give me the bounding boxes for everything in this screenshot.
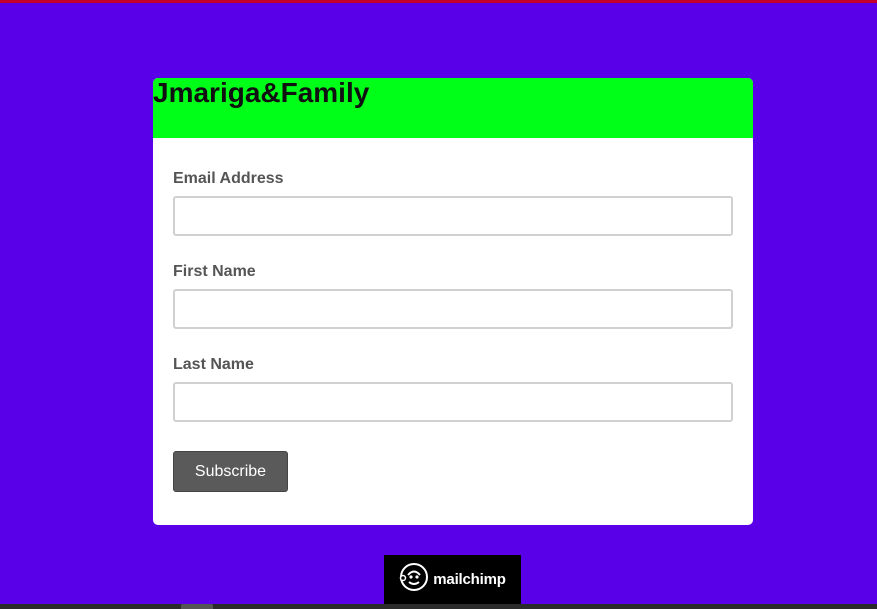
scrollbar-thumb[interactable] bbox=[181, 604, 213, 609]
mailchimp-badge[interactable]: mailchimp bbox=[384, 555, 521, 604]
last-name-field[interactable] bbox=[173, 382, 733, 422]
top-accent-bar bbox=[0, 0, 877, 3]
freddie-monkey-icon bbox=[399, 562, 429, 597]
first-name-label: First Name bbox=[173, 263, 256, 280]
email-field-group: Email Address bbox=[173, 170, 733, 236]
bottom-scrollbar[interactable] bbox=[0, 604, 877, 609]
form-title: Jmariga&Family bbox=[153, 78, 370, 108]
email-label: Email Address bbox=[173, 170, 284, 187]
subscribe-button[interactable]: Subscribe bbox=[173, 451, 288, 492]
signup-form: Jmariga&Family Email Address First Name … bbox=[153, 78, 753, 525]
form-header: Jmariga&Family bbox=[153, 78, 753, 138]
last-name-label: Last Name bbox=[173, 356, 254, 373]
first-name-field-group: First Name bbox=[173, 263, 733, 329]
first-name-field[interactable] bbox=[173, 289, 733, 329]
last-name-field-group: Last Name bbox=[173, 356, 733, 422]
email-field[interactable] bbox=[173, 196, 733, 236]
mailchimp-wordmark: mailchimp bbox=[433, 571, 506, 588]
